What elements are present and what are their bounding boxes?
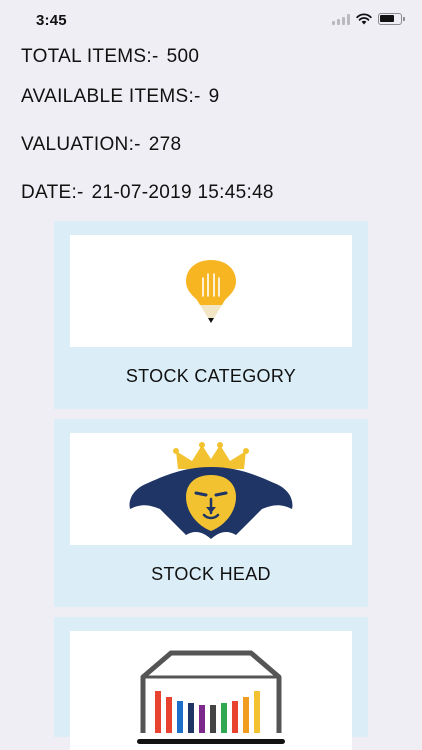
third-card[interactable] (54, 617, 368, 750)
date-row: DATE:- 21-07-2019 15:45:48 (21, 182, 274, 204)
total-items-row: TOTAL ITEMS:- 500 (21, 46, 199, 68)
status-icons (332, 13, 405, 25)
total-items-label: TOTAL ITEMS:- (21, 46, 159, 67)
status-time: 3:45 (36, 12, 67, 29)
stock-head-image (70, 433, 352, 545)
stock-category-card[interactable]: STOCK CATEGORY (54, 221, 368, 409)
color-bars-box-icon (140, 650, 282, 733)
battery-icon (378, 13, 405, 25)
third-card-image (70, 631, 352, 750)
stock-head-card[interactable]: STOCK HEAD (54, 419, 368, 607)
lion-crown-icon (129, 442, 293, 539)
date-label: DATE:- (21, 182, 84, 203)
stock-category-image (70, 235, 352, 347)
date-value: 21-07-2019 15:45:48 (91, 182, 274, 203)
valuation-label: VALUATION:- (21, 134, 141, 155)
home-indicator[interactable] (137, 739, 285, 744)
available-items-value: 9 (208, 86, 220, 107)
available-items-label: AVAILABLE ITEMS:- (21, 86, 201, 107)
wifi-icon (356, 13, 372, 25)
lightbulb-pencil-icon (186, 260, 236, 323)
valuation-row: VALUATION:- 278 (21, 134, 181, 156)
screen: 3:45 TOTAL ITEMS:- 500 AVAILABLE ITEMS:- 9… (0, 0, 422, 750)
status-bar: 3:45 (0, 0, 422, 40)
available-items-row: AVAILABLE ITEMS:- 9 (21, 86, 220, 108)
stock-category-label: STOCK CATEGORY (125, 366, 297, 386)
valuation-value: 278 (148, 134, 182, 155)
cellular-signal-icon (332, 13, 350, 25)
stock-head-label: STOCK HEAD (151, 564, 271, 584)
total-items-value: 500 (166, 46, 200, 67)
